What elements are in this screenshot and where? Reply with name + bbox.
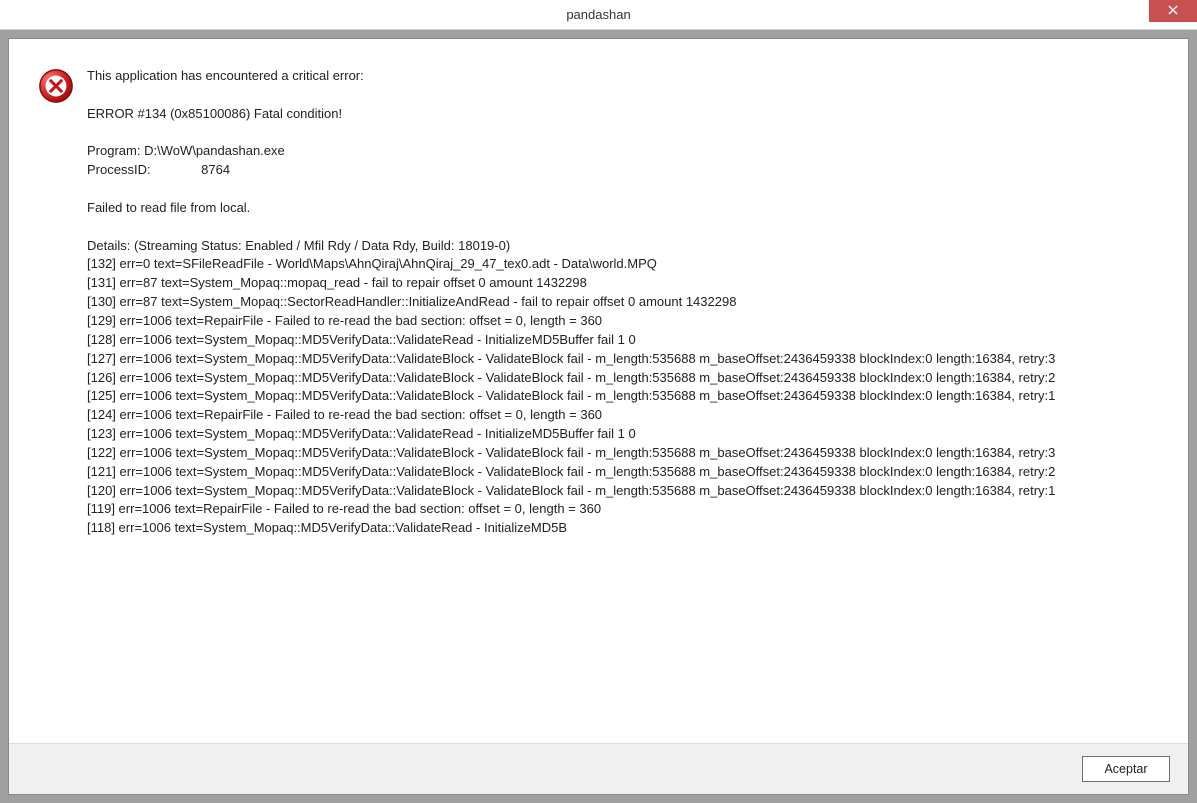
dialog-content: This application has encountered a criti… [8,38,1189,795]
close-icon [1168,2,1178,20]
error-text-block: This application has encountered a criti… [87,67,1168,733]
error-dialog-window: pandashan [0,0,1197,803]
icon-column [37,67,87,733]
accept-button[interactable]: Aceptar [1082,756,1170,782]
window-title: pandashan [566,7,630,22]
error-icon [37,67,75,105]
close-button[interactable] [1149,0,1197,22]
window-frame: This application has encountered a criti… [0,30,1197,803]
button-bar: Aceptar [9,743,1188,794]
titlebar[interactable]: pandashan [0,0,1197,30]
message-area: This application has encountered a criti… [9,39,1188,743]
